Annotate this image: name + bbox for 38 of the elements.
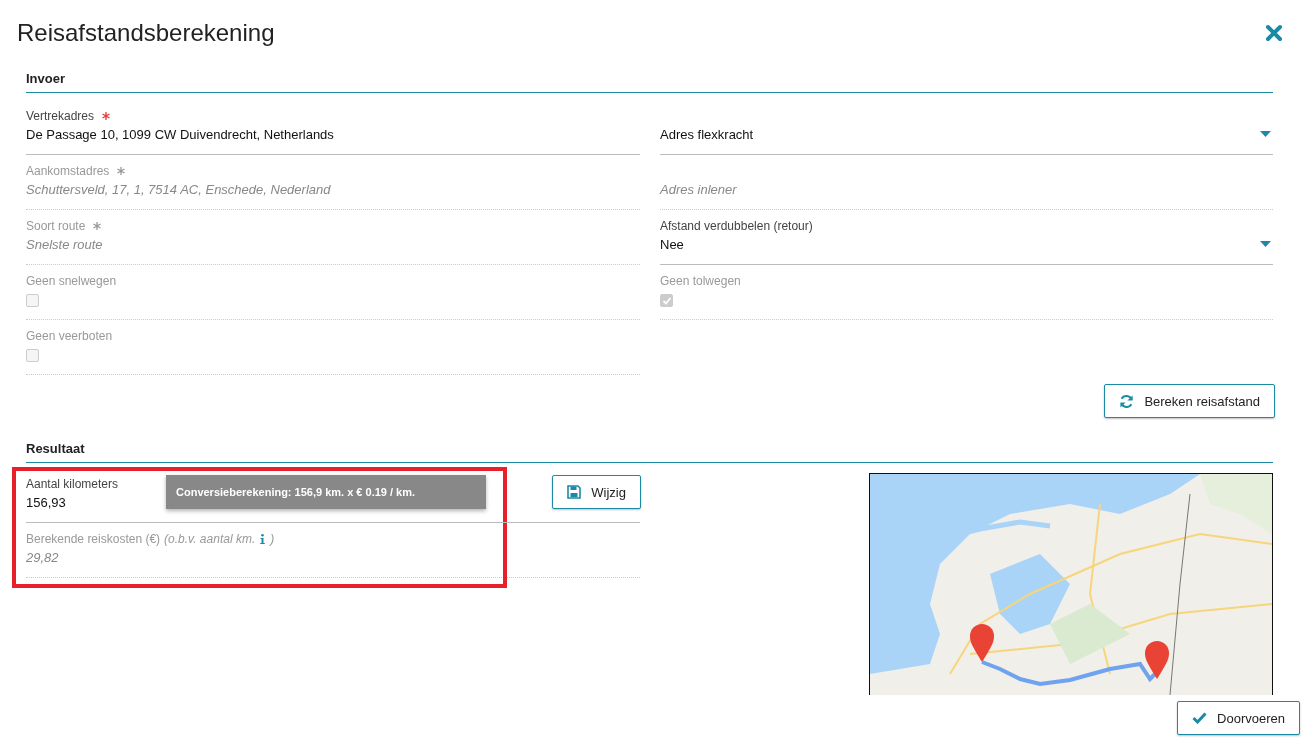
calculate-button[interactable]: Bereken reisafstand — [1104, 384, 1275, 418]
field-note: ) — [270, 532, 275, 546]
section-heading: Resultaat — [26, 418, 1273, 463]
required-icon — [93, 222, 102, 230]
field-label: Geen veerboten — [26, 329, 113, 343]
field-label: Geen snelwegen — [26, 274, 117, 288]
caret-icon[interactable] — [1260, 131, 1271, 137]
tooltip: Conversieberekening: 156,9 km. x € 0.19 / km. — [166, 475, 486, 509]
field-label: Vertrekadres — [26, 109, 95, 123]
required-icon — [117, 167, 126, 175]
field-note: (o.b.v. aantal km. — [164, 532, 256, 546]
caret-icon[interactable] — [1260, 241, 1271, 247]
field-value: Snelste route — [26, 236, 103, 252]
field-label: Geen tolwegen — [660, 274, 741, 288]
input-field[interactable]: Vertrekadres De Passage 10, 1099 CW Duivendrecht, Netherlands — [26, 105, 640, 155]
field-placeholder: Adres inlener — [660, 181, 737, 197]
required-icon — [102, 112, 111, 120]
field-value: 29,82 — [26, 549, 59, 565]
field-value: Schuttersveld, 17, 1, 7514 AC, Enschede, Nederland — [26, 181, 331, 197]
field-label: Soort route — [26, 219, 86, 233]
close-icon[interactable] — [1265, 24, 1283, 42]
dropdown-field[interactable]: Adres flexkracht — [660, 105, 1273, 155]
dropdown-field[interactable]: Afstand verdubbelen (retour) Nee — [660, 215, 1273, 265]
field-label: Aankomstadres — [26, 164, 110, 178]
edit-button[interactable]: Wijzig — [552, 475, 641, 509]
field-value: Adres flexkracht — [660, 126, 754, 142]
confirm-button[interactable]: Doorvoeren — [1177, 701, 1300, 735]
checkmark-icon — [1192, 712, 1208, 724]
refresh-icon — [1119, 393, 1135, 409]
field-label: Afstand verdubbelen (retour) — [660, 219, 813, 233]
field-value: Nee — [660, 236, 684, 252]
dialog-title: Reisafstandsberekening — [17, 19, 275, 47]
section-heading: Invoer — [26, 48, 1273, 93]
field-value: 156,93 — [26, 494, 66, 510]
field-label: Berekende reiskosten (€) — [26, 532, 161, 546]
field-value: De Passage 10, 1099 CW Duivendrecht, Netherlands — [26, 126, 334, 142]
save-icon — [567, 485, 582, 499]
field-label: Aantal kilometers — [26, 477, 119, 491]
